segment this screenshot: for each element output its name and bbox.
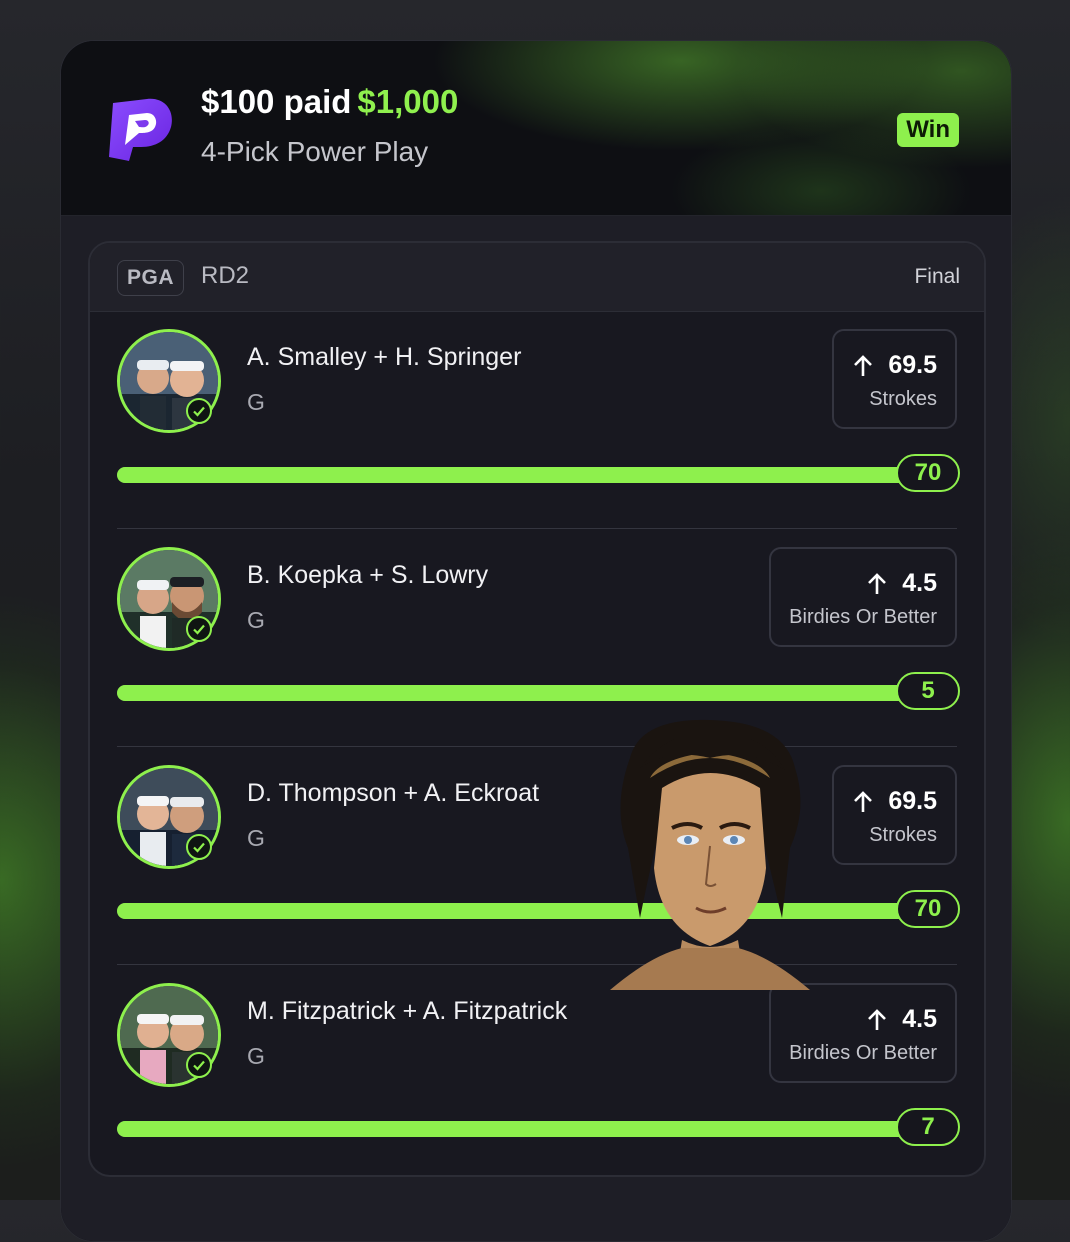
picks-panel: PGA RD2 Final A. Smalley + H. Springer G… [88, 241, 986, 1177]
check-icon [186, 398, 212, 424]
projection-box: 4.5 Birdies Or Better [769, 547, 957, 647]
league-tag: PGA [117, 260, 185, 296]
projection-line: 69.5 [888, 351, 937, 379]
progress-bar [117, 1121, 937, 1137]
projection-stat: Strokes [869, 388, 937, 410]
check-icon [186, 616, 212, 642]
projection-box: 4.5 Birdies Or Better [769, 983, 957, 1083]
projection-line: 69.5 [888, 787, 937, 815]
entry-payout: $1,000 [357, 83, 459, 120]
projection-line: 4.5 [902, 569, 937, 597]
progress-fill [117, 903, 937, 919]
status-badge: Win [897, 113, 959, 147]
pick-row[interactable]: A. Smalley + H. Springer G 69.5 Strokes … [90, 311, 984, 529]
panel-header: PGA RD2 Final [90, 243, 984, 312]
player-names: D. Thompson + A. Eckroat [247, 779, 540, 807]
check-icon [186, 1052, 212, 1078]
projection-box: 69.5 Strokes [832, 765, 957, 865]
projection-stat: Birdies Or Better [789, 606, 937, 628]
progress-bar [117, 903, 937, 919]
entry-header: $100 paid $1,000 4-Pick Power Play Win [61, 41, 1011, 216]
sport-label: G [247, 607, 265, 633]
check-icon [186, 834, 212, 860]
player-names: M. Fitzpatrick + A. Fitzpatrick [247, 997, 568, 1025]
sport-label: G [247, 1043, 265, 1069]
progress-bar [117, 467, 937, 483]
progress-fill [117, 685, 937, 701]
progress-fill [117, 1121, 937, 1137]
projection-box: 69.5 Strokes [832, 329, 957, 429]
pick-row[interactable]: D. Thompson + A. Eckroat G 69.5 Strokes … [90, 747, 984, 965]
progress-fill [117, 467, 937, 483]
projection-line: 4.5 [902, 1005, 937, 1033]
player-names: B. Koepka + S. Lowry [247, 561, 489, 589]
entry-amounts: $100 paid $1,000 [201, 83, 458, 121]
result-value: 70 [896, 890, 960, 928]
portrait-overlay-image [610, 719, 810, 990]
entry-paid: $100 paid [201, 83, 352, 120]
sport-label: G [247, 825, 265, 851]
arrow-up-icon [854, 354, 873, 376]
result-value: 70 [896, 454, 960, 492]
result-value: 7 [896, 1108, 960, 1146]
pick-row[interactable]: M. Fitzpatrick + A. Fitzpatrick G 4.5 Bi… [90, 965, 984, 1175]
arrow-up-icon [868, 572, 887, 594]
progress-bar [117, 685, 937, 701]
sport-label: G [247, 389, 265, 415]
player-names: A. Smalley + H. Springer [247, 343, 522, 371]
result-value: 5 [896, 672, 960, 710]
pick-row[interactable]: B. Koepka + S. Lowry G 4.5 Birdies Or Be… [90, 529, 984, 747]
arrow-up-icon [868, 1008, 887, 1030]
round-label: RD2 [201, 262, 250, 289]
projection-stat: Birdies Or Better [789, 1042, 937, 1064]
prizepicks-logo-icon [109, 98, 172, 161]
entry-card: $100 paid $1,000 4-Pick Power Play Win PG… [60, 40, 1012, 1242]
projection-stat: Strokes [869, 824, 937, 846]
game-status: Final [914, 265, 960, 288]
entry-type: 4-Pick Power Play [201, 136, 429, 167]
arrow-up-icon [854, 790, 873, 812]
